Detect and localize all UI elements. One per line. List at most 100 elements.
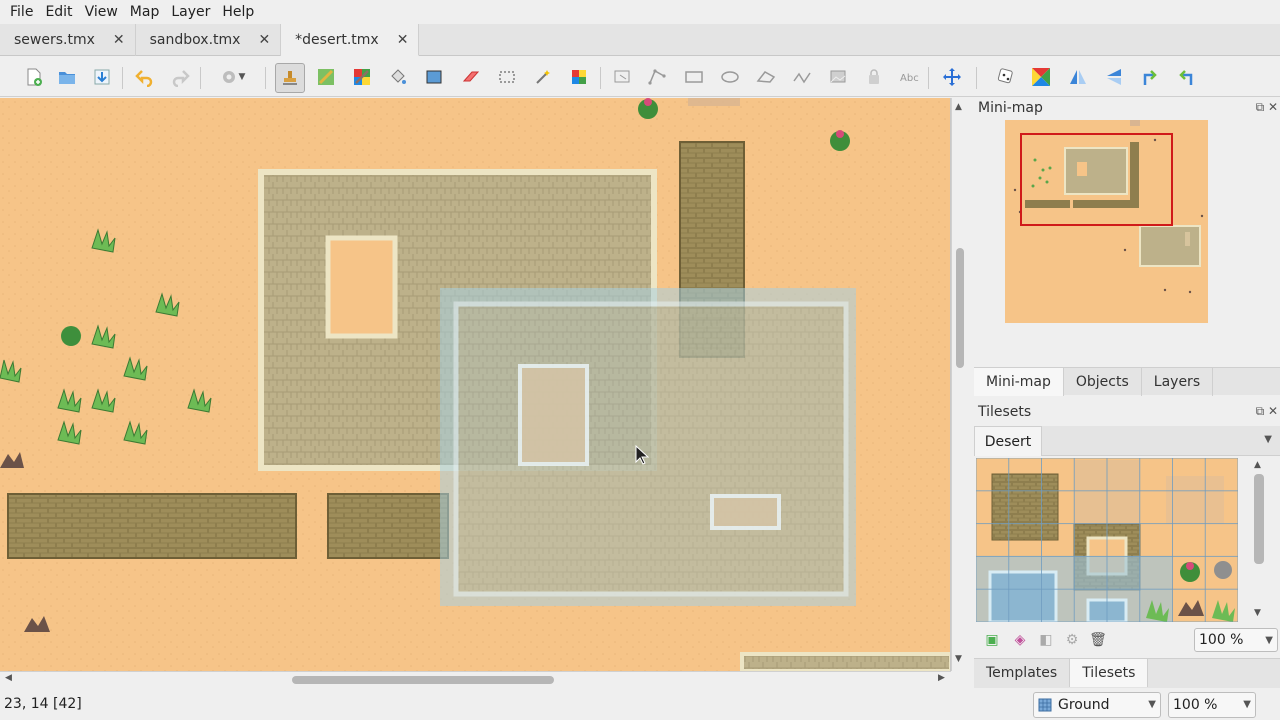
save-icon[interactable] bbox=[90, 65, 114, 89]
map-horizontal-scrollbar[interactable]: ◀ ▶ bbox=[0, 671, 951, 687]
insert-polyline-icon[interactable] bbox=[790, 65, 814, 89]
tab-label: sewers.tmx bbox=[14, 32, 95, 48]
tab-sandbox[interactable]: sandbox.tmx ✕ bbox=[136, 24, 282, 56]
chevron-down-icon: ▼ bbox=[1265, 635, 1273, 646]
tileset-toolbar: ▣ ◈ ◧ ⚙ 🗑 100 % ▼ bbox=[974, 626, 1280, 654]
new-tileset-icon[interactable]: ▣ bbox=[982, 630, 1002, 650]
move-icon[interactable] bbox=[940, 65, 964, 89]
close-icon[interactable]: ✕ bbox=[258, 32, 270, 48]
insert-ellipse-icon[interactable] bbox=[718, 65, 742, 89]
magic-wand-icon[interactable] bbox=[531, 65, 555, 89]
new-map-icon[interactable] bbox=[22, 65, 46, 89]
random-mode-icon[interactable] bbox=[994, 65, 1018, 89]
minimap-scrollbar bbox=[1265, 120, 1279, 364]
main-toolbar: ▼ Abc bbox=[0, 57, 1280, 97]
insert-template-icon[interactable] bbox=[862, 65, 886, 89]
insert-polygon-icon[interactable] bbox=[754, 65, 778, 89]
svg-text:Abc: Abc bbox=[900, 73, 919, 84]
layer-select[interactable]: Ground ▼ bbox=[1033, 692, 1161, 718]
tab-label: *desert.tmx bbox=[295, 31, 379, 48]
rect-select-icon[interactable] bbox=[495, 65, 519, 89]
tab-label: sandbox.tmx bbox=[149, 32, 241, 48]
select-same-tile-icon[interactable] bbox=[567, 65, 591, 89]
tab-minimap[interactable]: Mini-map bbox=[974, 368, 1064, 396]
tab-templates[interactable]: Templates bbox=[974, 659, 1071, 687]
tab-desert[interactable]: *desert.tmx ✕ bbox=[281, 24, 420, 56]
tab-layers[interactable]: Layers bbox=[1142, 368, 1214, 396]
menu-map[interactable]: Map bbox=[124, 0, 166, 24]
status-bar: 23, 14 [42] Ground ▼ 100 % ▼ bbox=[0, 690, 1280, 720]
close-icon[interactable]: ✕ bbox=[397, 32, 409, 48]
chevron-down-icon: ▼ bbox=[1148, 699, 1156, 710]
dock-float-close-icons[interactable]: ⧉ ✕ bbox=[1256, 100, 1278, 115]
open-icon[interactable] bbox=[55, 65, 79, 89]
arrow-down-icon[interactable]: ▼ bbox=[1254, 608, 1261, 618]
export-tileset-icon[interactable]: ◧ bbox=[1036, 630, 1056, 650]
dock-title: Tilesets bbox=[978, 404, 1032, 420]
wang-fill-mode-icon[interactable] bbox=[1029, 65, 1053, 89]
shape-fill-icon[interactable] bbox=[422, 65, 446, 89]
bucket-fill-icon[interactable] bbox=[386, 65, 410, 89]
redo-icon[interactable] bbox=[168, 65, 192, 89]
rotate-left-icon[interactable] bbox=[1138, 65, 1162, 89]
wang-brush-icon[interactable] bbox=[350, 65, 374, 89]
zoom-value: 100 % bbox=[1173, 697, 1218, 713]
arrow-right-icon[interactable]: ▶ bbox=[938, 673, 945, 683]
undo-icon[interactable] bbox=[133, 65, 157, 89]
menu-layer[interactable]: Layer bbox=[165, 0, 216, 24]
edit-polygons-icon[interactable] bbox=[645, 65, 669, 89]
arrow-up-icon[interactable]: ▲ bbox=[955, 102, 962, 112]
stamp-brush-icon[interactable] bbox=[275, 63, 305, 93]
scroll-thumb[interactable] bbox=[292, 676, 554, 684]
embed-tileset-icon[interactable]: ◈ bbox=[1010, 630, 1030, 650]
layer-select-value: Ground bbox=[1058, 697, 1110, 713]
map-render bbox=[0, 98, 950, 671]
minimap-view[interactable] bbox=[1005, 120, 1208, 323]
insert-tile-icon[interactable] bbox=[826, 65, 850, 89]
tileset-tab-desert[interactable]: Desert bbox=[974, 426, 1042, 456]
tileset-zoom-select[interactable]: 100 % ▼ bbox=[1194, 628, 1278, 652]
select-objects-icon[interactable] bbox=[610, 65, 634, 89]
dock-title: Mini-map bbox=[978, 100, 1043, 116]
terrain-brush-icon[interactable] bbox=[314, 65, 338, 89]
rotate-right-icon[interactable] bbox=[1174, 65, 1198, 89]
arrow-up-icon[interactable]: ▲ bbox=[1254, 460, 1261, 470]
insert-text-icon[interactable]: Abc bbox=[898, 65, 922, 89]
scroll-thumb[interactable] bbox=[1254, 474, 1264, 564]
flip-vertical-icon[interactable] bbox=[1102, 65, 1126, 89]
tilesets-dock: Tilesets ⧉ ✕ Desert ▼ ▲ ▼ ▣ ◈ ◧ ⚙ 🗑 100 … bbox=[974, 402, 1280, 655]
close-icon[interactable]: ✕ bbox=[113, 32, 125, 48]
map-vertical-scrollbar[interactable]: ▲ ▼ bbox=[951, 98, 967, 671]
cursor-coordinates: 23, 14 [42] bbox=[4, 696, 82, 712]
tileset-grid[interactable] bbox=[976, 458, 1238, 622]
scroll-thumb[interactable] bbox=[956, 248, 964, 368]
arrow-left-icon[interactable]: ◀ bbox=[5, 673, 12, 683]
tab-tilesets[interactable]: Tilesets bbox=[1070, 659, 1149, 687]
tileset-zoom-value: 100 % bbox=[1199, 632, 1244, 648]
flip-horizontal-icon[interactable] bbox=[1066, 65, 1090, 89]
menu-edit[interactable]: Edit bbox=[39, 0, 78, 24]
menu-file[interactable]: File bbox=[4, 0, 39, 24]
delete-tileset-icon[interactable]: 🗑 bbox=[1088, 630, 1108, 650]
insert-rectangle-icon[interactable] bbox=[682, 65, 706, 89]
tileset-scrollbar[interactable]: ▲ ▼ bbox=[1238, 458, 1278, 622]
menu-view[interactable]: View bbox=[79, 0, 124, 24]
chevron-down-icon: ▼ bbox=[1243, 699, 1251, 710]
dock-tab-bar-upper: Mini-map Objects Layers bbox=[974, 367, 1280, 396]
eraser-icon[interactable] bbox=[458, 65, 482, 89]
dock-tab-bar-lower: Templates Tilesets bbox=[974, 658, 1280, 688]
menu-help[interactable]: Help bbox=[216, 0, 260, 24]
arrow-down-icon[interactable]: ▼ bbox=[955, 654, 962, 664]
document-tab-bar: sewers.tmx ✕ sandbox.tmx ✕ *desert.tmx ✕ bbox=[0, 24, 1280, 56]
tileset-properties-icon[interactable]: ⚙ bbox=[1062, 630, 1082, 650]
zoom-select[interactable]: 100 % ▼ bbox=[1168, 692, 1256, 718]
command-icon[interactable]: ▼ bbox=[212, 65, 252, 89]
tileset-tab-bar: Desert ▼ bbox=[974, 426, 1280, 456]
map-canvas[interactable] bbox=[0, 98, 951, 671]
dock-float-close-icons[interactable]: ⧉ ✕ bbox=[1256, 404, 1278, 419]
chevron-down-icon[interactable]: ▼ bbox=[1264, 434, 1272, 445]
tab-objects[interactable]: Objects bbox=[1064, 368, 1142, 396]
tile-layer-icon bbox=[1038, 698, 1052, 712]
tab-sewers[interactable]: sewers.tmx ✕ bbox=[0, 24, 136, 56]
mouse-cursor-icon bbox=[635, 445, 649, 465]
